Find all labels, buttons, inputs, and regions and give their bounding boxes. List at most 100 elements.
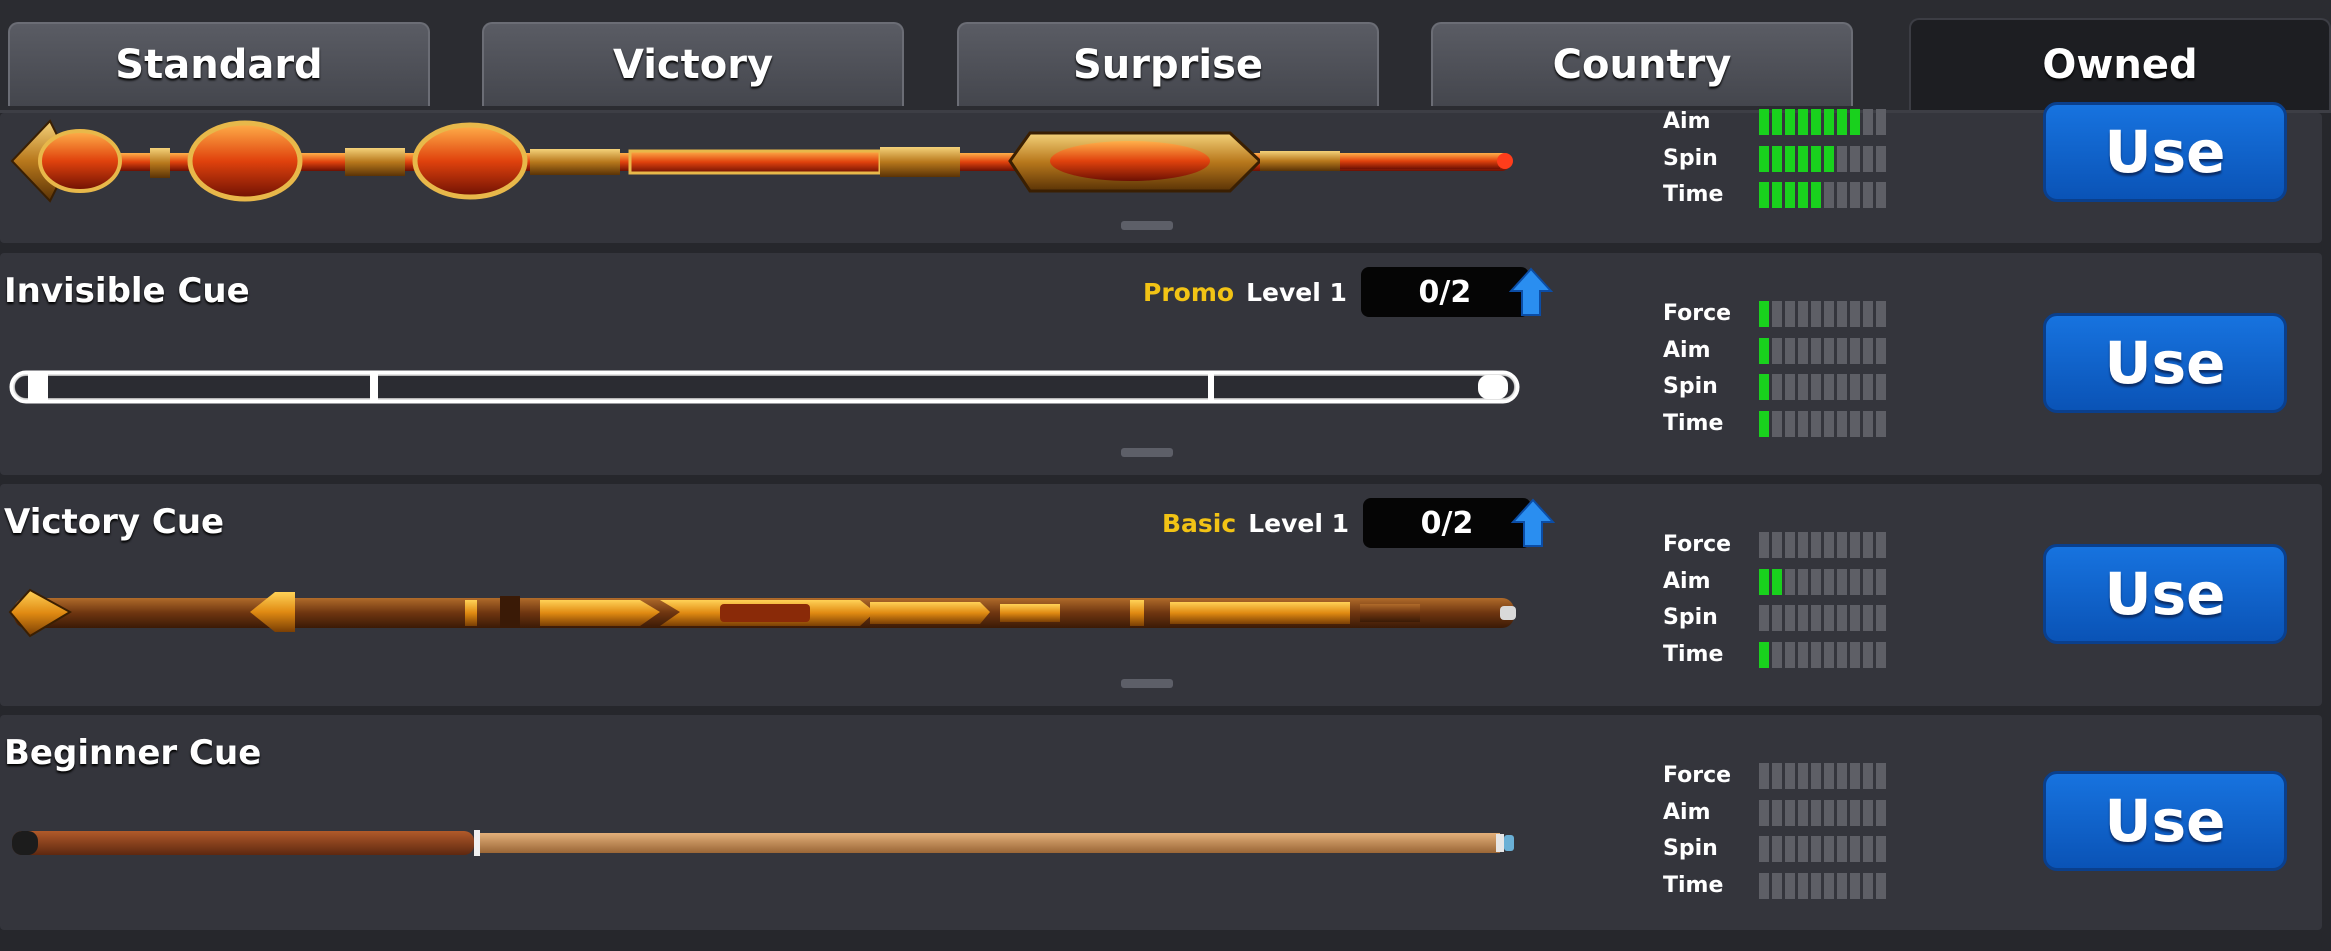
stat-segment bbox=[1785, 410, 1795, 437]
stat-segment bbox=[1798, 799, 1808, 826]
stat-segment bbox=[1837, 872, 1847, 899]
stat-label: Aim bbox=[1663, 799, 1711, 825]
tab-surprise[interactable]: Surprise bbox=[957, 22, 1379, 106]
progress-text: 0/2 bbox=[1418, 274, 1472, 310]
upgrade-arrow-icon[interactable] bbox=[1508, 267, 1553, 317]
stat-segment bbox=[1850, 605, 1860, 631]
tab-owned[interactable]: Owned bbox=[1909, 18, 2331, 110]
cue-tier: Promo bbox=[1143, 277, 1235, 307]
stat-segment bbox=[1837, 605, 1847, 631]
stat-segment bbox=[1811, 763, 1821, 789]
stat-segment bbox=[1759, 763, 1769, 789]
stat-segment bbox=[1824, 337, 1834, 364]
stat-segment bbox=[1785, 641, 1795, 668]
stat-segment bbox=[1850, 872, 1860, 899]
stat-segment bbox=[1824, 374, 1834, 400]
stat-bar bbox=[1759, 182, 1886, 208]
stat-segment bbox=[1876, 182, 1886, 208]
cue-level: Level 1 bbox=[1246, 277, 1347, 307]
stat-segment bbox=[1876, 337, 1886, 364]
stat-segment bbox=[1759, 532, 1769, 558]
stat-segment bbox=[1850, 836, 1860, 862]
stat-label: Spin bbox=[1663, 374, 1718, 399]
stat-segment bbox=[1811, 109, 1821, 135]
tab-victory[interactable]: Victory bbox=[482, 22, 904, 106]
stat-segment bbox=[1824, 532, 1834, 558]
stat-segment bbox=[1785, 374, 1795, 400]
stat-label: Spin bbox=[1663, 145, 1718, 171]
upgrade-arrow-icon[interactable] bbox=[1511, 498, 1556, 548]
stat-label: Aim bbox=[1663, 109, 1711, 134]
stat-segment bbox=[1863, 605, 1873, 631]
cue-card: Victory Cue Basic Level 1 0/2 Force Aim … bbox=[0, 484, 2322, 706]
stat-label: Time bbox=[1663, 182, 1724, 207]
stat-segment bbox=[1863, 374, 1873, 400]
use-button[interactable]: Use bbox=[2043, 544, 2287, 644]
stat-segment bbox=[1876, 605, 1886, 631]
use-button[interactable]: Use bbox=[2043, 313, 2287, 413]
stat-bar bbox=[1759, 410, 1886, 437]
stat-segment bbox=[1863, 799, 1873, 826]
stat-segment bbox=[1876, 568, 1886, 595]
stat-label: Aim bbox=[1663, 568, 1711, 594]
stat-bar bbox=[1759, 374, 1886, 400]
stat-segment bbox=[1850, 532, 1860, 558]
stat-segment bbox=[1759, 872, 1769, 899]
stat-segment bbox=[1876, 410, 1886, 437]
stat-label: Spin bbox=[1663, 605, 1718, 630]
stat-segment bbox=[1785, 763, 1795, 789]
drag-handle[interactable] bbox=[1121, 448, 1173, 457]
stat-segment bbox=[1863, 301, 1873, 327]
stat-label: Time bbox=[1663, 872, 1724, 898]
stat-segment bbox=[1785, 568, 1795, 595]
stat-segment bbox=[1759, 109, 1769, 135]
drag-handle[interactable] bbox=[1121, 221, 1173, 230]
stat-segment bbox=[1811, 410, 1821, 437]
stat-segment bbox=[1863, 337, 1873, 364]
stat-segment bbox=[1876, 799, 1886, 826]
stat-segment bbox=[1772, 763, 1782, 789]
stat-segment bbox=[1785, 301, 1795, 327]
stat-segment bbox=[1785, 836, 1795, 862]
stat-segment bbox=[1863, 182, 1873, 208]
stat-segment bbox=[1837, 836, 1847, 862]
stat-segment bbox=[1824, 568, 1834, 595]
stat-segment bbox=[1824, 763, 1834, 789]
stat-segment bbox=[1837, 182, 1847, 208]
stat-bar bbox=[1759, 532, 1886, 558]
stat-segment bbox=[1863, 836, 1873, 862]
stat-segment bbox=[1772, 301, 1782, 327]
use-button[interactable]: Use bbox=[2043, 102, 2287, 202]
cue-level-row: Promo Level 1 0/2 bbox=[1143, 267, 1553, 317]
tab-country[interactable]: Country bbox=[1431, 22, 1853, 106]
stat-segment bbox=[1850, 641, 1860, 668]
tab-standard[interactable]: Standard bbox=[8, 22, 430, 106]
drag-handle[interactable] bbox=[1121, 679, 1173, 688]
stat-segment bbox=[1772, 182, 1782, 208]
use-button[interactable]: Use bbox=[2043, 771, 2287, 871]
stat-bar bbox=[1759, 872, 1886, 899]
fire-cue-image bbox=[10, 119, 1513, 203]
stat-segment bbox=[1824, 109, 1834, 135]
stat-segment bbox=[1837, 337, 1847, 364]
stat-bar bbox=[1759, 836, 1886, 862]
stat-segment bbox=[1785, 109, 1795, 135]
category-tab-bar: Standard Victory Surprise Country Owned bbox=[0, 0, 2331, 113]
stat-segment bbox=[1772, 568, 1782, 595]
stat-segment bbox=[1811, 836, 1821, 862]
stat-segment bbox=[1850, 763, 1860, 789]
stat-segment bbox=[1798, 568, 1808, 595]
stat-segment bbox=[1759, 337, 1769, 364]
stat-segment bbox=[1837, 410, 1847, 437]
stat-segment bbox=[1798, 337, 1808, 364]
stat-segment bbox=[1785, 799, 1795, 826]
cue-card: Aim Spin Time Use bbox=[0, 102, 2322, 243]
stat-segment bbox=[1837, 301, 1847, 327]
stat-segment bbox=[1837, 374, 1847, 400]
stat-segment bbox=[1824, 836, 1834, 862]
stat-segment bbox=[1811, 568, 1821, 595]
stat-segment bbox=[1798, 836, 1808, 862]
stat-segment bbox=[1798, 374, 1808, 400]
stat-segment bbox=[1811, 374, 1821, 400]
stat-segment bbox=[1811, 641, 1821, 668]
